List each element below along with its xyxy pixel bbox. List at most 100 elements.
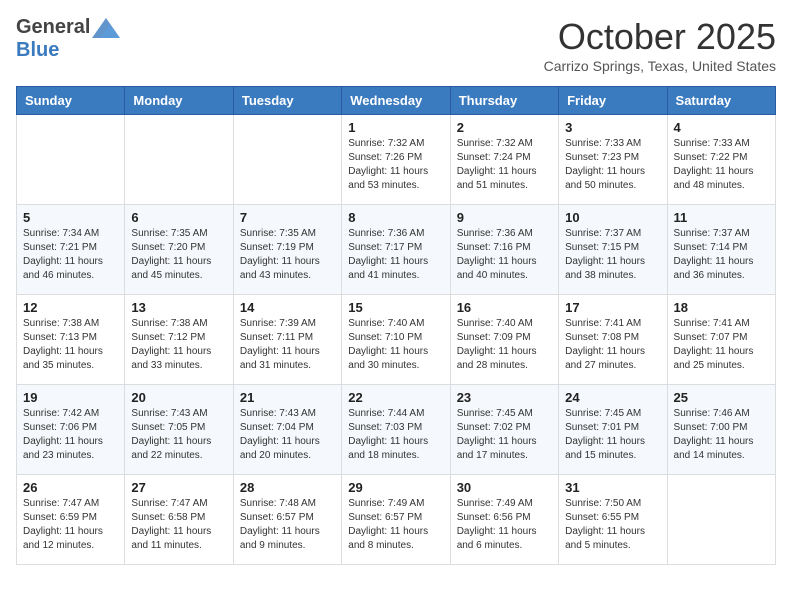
day-number: 13 xyxy=(131,300,226,315)
day-number: 27 xyxy=(131,480,226,495)
calendar-cell: 17 Sunrise: 7:41 AM Sunset: 7:08 PM Dayli… xyxy=(559,295,667,385)
day-number: 30 xyxy=(457,480,552,495)
week-row-4: 19 Sunrise: 7:42 AM Sunset: 7:06 PM Dayli… xyxy=(17,385,776,475)
day-info: Sunrise: 7:43 AM Sunset: 7:05 PM Dayligh… xyxy=(131,407,226,463)
day-number: 11 xyxy=(674,210,769,225)
calendar-cell: 21Sunrise: 7:43 AM Sunset: 7:04 PM Dayli… xyxy=(233,385,341,475)
location-text: Carrizo Springs, Texas, United States xyxy=(544,58,776,74)
calendar-cell: 29Sunrise: 7:49 AM Sunset: 6:57 PM Dayli… xyxy=(342,475,450,565)
day-number: 12 xyxy=(23,300,118,315)
day-number: 6 xyxy=(131,210,226,225)
page-header: General Blue October 2025 Carrizo Spring… xyxy=(16,16,776,74)
weekday-header-friday: Friday xyxy=(559,87,667,115)
day-number: 14 xyxy=(240,300,335,315)
calendar-cell: 20 Sunrise: 7:43 AM Sunset: 7:05 PM Dayli… xyxy=(125,385,233,475)
calendar-cell: 26 Sunrise: 7:47 AM Sunset: 6:59 PM Dayli… xyxy=(17,475,125,565)
logo-icon xyxy=(92,18,120,38)
calendar-cell: 25Sunrise: 7:46 AM Sunset: 7:00 PM Dayli… xyxy=(667,385,775,475)
calendar-cell xyxy=(17,115,125,205)
calendar-cell: 8 Sunrise: 7:36 AM Sunset: 7:17 PM Daylig… xyxy=(342,205,450,295)
day-info: Sunrise: 7:41 AM Sunset: 7:08 PM Dayligh… xyxy=(565,317,660,373)
weekday-header-sunday: Sunday xyxy=(17,87,125,115)
day-number: 19 xyxy=(23,390,118,405)
calendar-cell: 31Sunrise: 7:50 AM Sunset: 6:55 PM Dayli… xyxy=(559,475,667,565)
day-number: 26 xyxy=(23,480,118,495)
day-number: 5 xyxy=(23,210,118,225)
calendar-cell: 18 Sunrise: 7:41 AM Sunset: 7:07 PM Dayli… xyxy=(667,295,775,385)
day-number: 16 xyxy=(457,300,552,315)
day-number: 21 xyxy=(240,390,335,405)
day-number: 17 xyxy=(565,300,660,315)
day-info: Sunrise: 7:42 AM Sunset: 7:06 PM Dayligh… xyxy=(23,407,118,463)
day-info: Sunrise: 7:32 AM Sunset: 7:24 PM Dayligh… xyxy=(457,137,552,193)
calendar-cell: 7 Sunrise: 7:35 AM Sunset: 7:19 PM Daylig… xyxy=(233,205,341,295)
week-row-5: 26 Sunrise: 7:47 AM Sunset: 6:59 PM Dayli… xyxy=(17,475,776,565)
calendar-cell: 1 Sunrise: 7:32 AM Sunset: 7:26 PM Daylig… xyxy=(342,115,450,205)
day-info: Sunrise: 7:39 AM Sunset: 7:11 PM Dayligh… xyxy=(240,317,335,373)
day-info: Sunrise: 7:36 AM Sunset: 7:16 PM Dayligh… xyxy=(457,227,552,283)
week-row-3: 12 Sunrise: 7:38 AM Sunset: 7:13 PM Dayli… xyxy=(17,295,776,385)
day-info: Sunrise: 7:38 AM Sunset: 7:13 PM Dayligh… xyxy=(23,317,118,373)
day-info: Sunrise: 7:34 AM Sunset: 7:21 PM Dayligh… xyxy=(23,227,118,283)
calendar-cell: 12 Sunrise: 7:38 AM Sunset: 7:13 PM Dayli… xyxy=(17,295,125,385)
calendar-cell: 28 Sunrise: 7:48 AM Sunset: 6:57 PM Dayli… xyxy=(233,475,341,565)
weekday-header-monday: Monday xyxy=(125,87,233,115)
calendar-cell: 4 Sunrise: 7:33 AM Sunset: 7:22 PM Daylig… xyxy=(667,115,775,205)
day-number: 18 xyxy=(674,300,769,315)
day-info: Sunrise: 7:35 AM Sunset: 7:20 PM Dayligh… xyxy=(131,227,226,283)
calendar-cell: 9 Sunrise: 7:36 AM Sunset: 7:16 PM Daylig… xyxy=(450,205,558,295)
calendar-cell xyxy=(233,115,341,205)
weekday-header-saturday: Saturday xyxy=(667,87,775,115)
day-info: Sunrise: 7:45 AM Sunset: 7:01 PM Dayligh… xyxy=(565,407,660,463)
week-row-2: 5 Sunrise: 7:34 AM Sunset: 7:21 PM Daylig… xyxy=(17,205,776,295)
day-number: 7 xyxy=(240,210,335,225)
calendar-cell: 16Sunrise: 7:40 AM Sunset: 7:09 PM Dayli… xyxy=(450,295,558,385)
day-info: Sunrise: 7:41 AM Sunset: 7:07 PM Dayligh… xyxy=(674,317,769,373)
calendar-cell: 19 Sunrise: 7:42 AM Sunset: 7:06 PM Dayli… xyxy=(17,385,125,475)
day-info: Sunrise: 7:33 AM Sunset: 7:23 PM Dayligh… xyxy=(565,137,660,193)
logo: General Blue xyxy=(16,16,120,62)
day-number: 22 xyxy=(348,390,443,405)
day-info: Sunrise: 7:32 AM Sunset: 7:26 PM Dayligh… xyxy=(348,137,443,193)
day-info: Sunrise: 7:33 AM Sunset: 7:22 PM Dayligh… xyxy=(674,137,769,193)
calendar-cell: 23Sunrise: 7:45 AM Sunset: 7:02 PM Dayli… xyxy=(450,385,558,475)
calendar-table: SundayMondayTuesdayWednesdayThursdayFrid… xyxy=(16,86,776,565)
day-info: Sunrise: 7:48 AM Sunset: 6:57 PM Dayligh… xyxy=(240,497,335,553)
logo-general-text: General xyxy=(16,16,120,39)
day-number: 24 xyxy=(565,390,660,405)
day-number: 20 xyxy=(131,390,226,405)
title-section: October 2025 Carrizo Springs, Texas, Uni… xyxy=(544,16,776,74)
day-info: Sunrise: 7:35 AM Sunset: 7:19 PM Dayligh… xyxy=(240,227,335,283)
weekday-header-thursday: Thursday xyxy=(450,87,558,115)
calendar-cell: 6 Sunrise: 7:35 AM Sunset: 7:20 PM Daylig… xyxy=(125,205,233,295)
day-number: 3 xyxy=(565,120,660,135)
day-info: Sunrise: 7:44 AM Sunset: 7:03 PM Dayligh… xyxy=(348,407,443,463)
day-number: 2 xyxy=(457,120,552,135)
weekday-header-wednesday: Wednesday xyxy=(342,87,450,115)
calendar-cell: 3 Sunrise: 7:33 AM Sunset: 7:23 PM Daylig… xyxy=(559,115,667,205)
calendar-cell: 22 Sunrise: 7:44 AM Sunset: 7:03 PM Dayli… xyxy=(342,385,450,475)
calendar-cell: 24 Sunrise: 7:45 AM Sunset: 7:01 PM Dayli… xyxy=(559,385,667,475)
day-info: Sunrise: 7:47 AM Sunset: 6:59 PM Dayligh… xyxy=(23,497,118,553)
calendar-cell: 30Sunrise: 7:49 AM Sunset: 6:56 PM Dayli… xyxy=(450,475,558,565)
day-number: 23 xyxy=(457,390,552,405)
day-info: Sunrise: 7:47 AM Sunset: 6:58 PM Dayligh… xyxy=(131,497,226,553)
calendar-cell: 14 Sunrise: 7:39 AM Sunset: 7:11 PM Dayli… xyxy=(233,295,341,385)
day-number: 4 xyxy=(674,120,769,135)
day-info: Sunrise: 7:40 AM Sunset: 7:10 PM Dayligh… xyxy=(348,317,443,373)
day-number: 25 xyxy=(674,390,769,405)
day-number: 31 xyxy=(565,480,660,495)
day-number: 8 xyxy=(348,210,443,225)
day-info: Sunrise: 7:38 AM Sunset: 7:12 PM Dayligh… xyxy=(131,317,226,373)
day-number: 1 xyxy=(348,120,443,135)
logo-blue-text: Blue xyxy=(16,39,59,61)
week-row-1: 1 Sunrise: 7:32 AM Sunset: 7:26 PM Daylig… xyxy=(17,115,776,205)
day-number: 28 xyxy=(240,480,335,495)
day-number: 10 xyxy=(565,210,660,225)
calendar-cell: 10Sunrise: 7:37 AM Sunset: 7:15 PM Dayli… xyxy=(559,205,667,295)
calendar-cell: 5 Sunrise: 7:34 AM Sunset: 7:21 PM Daylig… xyxy=(17,205,125,295)
calendar-cell: 13 Sunrise: 7:38 AM Sunset: 7:12 PM Dayli… xyxy=(125,295,233,385)
calendar-cell: 15Sunrise: 7:40 AM Sunset: 7:10 PM Dayli… xyxy=(342,295,450,385)
day-info: Sunrise: 7:36 AM Sunset: 7:17 PM Dayligh… xyxy=(348,227,443,283)
day-number: 9 xyxy=(457,210,552,225)
